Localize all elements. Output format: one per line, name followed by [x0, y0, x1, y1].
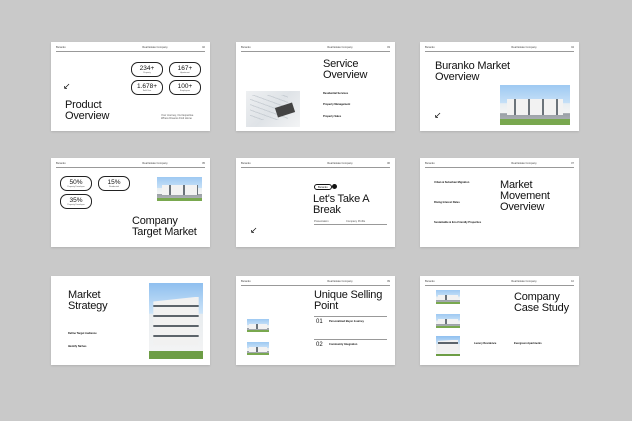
- point-label: Personalized Buyer Journey: [329, 320, 364, 323]
- slide-title: Let's Take A Break: [313, 193, 369, 216]
- slide-title: Company Case Study: [514, 291, 569, 314]
- slide-break[interactable]: Buranko Real Estate Company 06 Buranko L…: [236, 158, 395, 247]
- divider: [425, 167, 574, 168]
- building-image: [500, 85, 570, 125]
- page-number: 02: [202, 46, 205, 49]
- stat-pill: 234+ Property: [131, 62, 163, 77]
- point-number: 02: [316, 342, 323, 348]
- list-item: Define Target Audience: [68, 332, 97, 335]
- footer-right: Company Profile: [346, 220, 366, 223]
- case-item: Evergreen Apartments: [514, 342, 542, 345]
- divider: [56, 167, 205, 168]
- list-item: Urban & Suburban Migration: [434, 181, 470, 184]
- slide-product-overview[interactable]: Buranko Real Estate Company 02 ↙ Product…: [51, 42, 210, 131]
- slide-market-movement[interactable]: Buranko Real Estate Company 07 Urban & S…: [420, 158, 579, 247]
- building-image: [436, 290, 460, 304]
- list-item: Property Management: [323, 103, 351, 106]
- slide-title: Buranko Market Overview: [435, 60, 510, 83]
- slide-market-overview[interactable]: Buranko Real Estate Company 04 Buranko M…: [420, 42, 579, 131]
- divider: [314, 224, 387, 225]
- slide-caption: Your Journey, Our Expertise Where Dreams…: [161, 114, 194, 121]
- slide-title: Market Movement Overview: [500, 179, 550, 213]
- list-item: Rising Interest Rates: [434, 201, 460, 204]
- divider: [425, 51, 574, 52]
- brand: Buranko: [56, 46, 66, 49]
- list-item: Identify Niches: [68, 345, 87, 348]
- arrow-down-left-icon: ↙: [250, 225, 258, 235]
- stat-pill: 50% Property Developer: [60, 176, 92, 191]
- slide-title: Unique Selling Point: [314, 289, 383, 312]
- arrow-down-left-icon: ↙: [63, 81, 71, 91]
- slide-market-strategy[interactable]: Market Strategy Define Target Audience I…: [51, 276, 210, 365]
- stat-pill: 1.678+ Sold Year: [131, 80, 163, 95]
- stat-pill: 35% Property Developer: [60, 194, 92, 209]
- case-item: Luxury Residence: [474, 342, 497, 345]
- stat-pill: 15% Residential: [98, 176, 130, 191]
- slide-title: Service Overview: [323, 58, 368, 81]
- divider: [241, 167, 390, 168]
- divider: [314, 339, 387, 340]
- slide-case-study[interactable]: Buranko Real Estate Company 10 Company C…: [420, 276, 579, 365]
- slide-title: Company Target Market: [132, 215, 197, 238]
- list-item: Residential Services: [323, 92, 349, 95]
- company-label: Real Estate Company: [142, 46, 168, 49]
- arrow-down-left-icon: ↙: [434, 110, 442, 120]
- list-item: Sustainable & Eco-Friendly Properties: [434, 221, 482, 224]
- stat-pill: 100+ Employees: [169, 80, 201, 95]
- building-image: [247, 319, 269, 332]
- building-image: [247, 342, 269, 355]
- point-number: 01: [316, 319, 323, 325]
- brand-button[interactable]: Buranko: [314, 184, 332, 190]
- divider: [241, 51, 390, 52]
- list-item: Property Sales: [323, 115, 342, 118]
- building-image: [436, 336, 460, 356]
- dot-icon: [332, 184, 337, 189]
- divider: [425, 285, 574, 286]
- slide-usp[interactable]: Buranko Real Estate Company 09 Unique Se…: [236, 276, 395, 365]
- building-image: [436, 314, 460, 328]
- building-image: [149, 283, 203, 359]
- divider: [241, 285, 390, 286]
- footer-left: Presentation: [314, 220, 329, 223]
- slide-target-market[interactable]: Buranko Real Estate Company 05 50% Proper…: [51, 158, 210, 247]
- slide-title: Product Overview: [65, 99, 110, 122]
- slide-title: Market Strategy: [68, 289, 108, 312]
- blueprint-image: [246, 91, 300, 127]
- point-label: Community Integration: [329, 343, 358, 346]
- slide-service-overview[interactable]: Buranko Real Estate Company 03 Service O…: [236, 42, 395, 131]
- stat-pill: 167+ Apartment: [169, 62, 201, 77]
- divider: [56, 51, 205, 52]
- divider: [314, 316, 387, 317]
- building-image: [157, 177, 202, 201]
